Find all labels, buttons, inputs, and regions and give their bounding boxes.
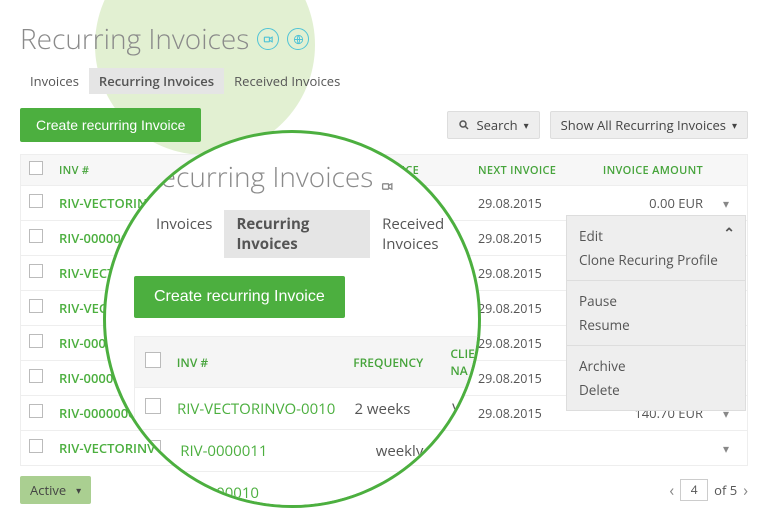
col-amount[interactable]: INVOICE AMOUNT bbox=[583, 163, 713, 178]
lens-tab-invoices[interactable]: Invoices bbox=[144, 210, 224, 258]
pager-prev[interactable]: ‹ bbox=[669, 479, 674, 501]
lens-tab-received[interactable]: Received Invoices bbox=[370, 210, 481, 258]
row-inv[interactable]: RIV-0000011 bbox=[180, 441, 376, 461]
row-checkbox[interactable] bbox=[29, 369, 43, 383]
row-checkbox[interactable] bbox=[29, 404, 43, 418]
row-amount: 0.00 EUR bbox=[583, 194, 713, 212]
table-row[interactable]: RIV-VECTORINVO-00102 weeksVecto bbox=[134, 388, 481, 430]
row-next: 29.08.2015 bbox=[478, 195, 583, 212]
lens-create-button[interactable]: Create recurring Invoice bbox=[134, 276, 345, 318]
lens-title-text: Recurring Invoices bbox=[144, 158, 373, 196]
row-checkbox[interactable] bbox=[29, 439, 43, 453]
lens-col-freq[interactable]: FREQUENCY bbox=[353, 354, 450, 371]
row-client: Vecto bbox=[452, 399, 481, 419]
filter-active-label: Active bbox=[30, 481, 66, 499]
row-freq: weekly bbox=[376, 441, 481, 461]
video-icon[interactable] bbox=[381, 164, 407, 190]
chevron-down-icon: ▾ bbox=[524, 118, 529, 132]
lens-col-client[interactable]: CLIENT NA bbox=[450, 345, 481, 379]
video-icon[interactable] bbox=[257, 28, 279, 50]
pager-next[interactable]: › bbox=[743, 479, 748, 501]
ctx-pause[interactable]: Pause bbox=[579, 289, 733, 313]
row-freq: 2 weeks bbox=[381, 483, 481, 503]
row-checkbox[interactable] bbox=[29, 194, 43, 208]
pager-of: of 5 bbox=[714, 481, 737, 499]
page-title: Recurring Invoices bbox=[20, 20, 748, 58]
zoom-lens: Recurring Invoices Invoices Recurring In… bbox=[103, 130, 481, 508]
globe-icon[interactable] bbox=[287, 28, 309, 50]
show-all-label: Show All Recurring Invoices bbox=[561, 116, 726, 134]
chevron-down-icon[interactable]: ▾ bbox=[723, 195, 729, 212]
row-checkbox[interactable] bbox=[29, 264, 43, 278]
show-all-button[interactable]: Show All Recurring Invoices ▾ bbox=[550, 111, 748, 139]
context-menu: ⌃ Edit Clone Recuring Profile Pause Resu… bbox=[566, 215, 746, 411]
row-checkbox[interactable] bbox=[29, 229, 43, 243]
pager: ‹ 4 of 5 › bbox=[669, 479, 748, 501]
lens-select-all-checkbox[interactable] bbox=[145, 352, 161, 368]
tab-received[interactable]: Received Invoices bbox=[224, 68, 350, 94]
chevron-up-icon[interactable]: ⌃ bbox=[723, 224, 735, 243]
lens-table-header: INV # FREQUENCY CLIENT NA bbox=[134, 336, 481, 388]
select-all-checkbox[interactable] bbox=[29, 161, 43, 175]
chevron-down-icon[interactable]: ▾ bbox=[723, 440, 729, 457]
row-inv[interactable]: RIV-VECTORINVO-0010 bbox=[177, 399, 355, 419]
table-row[interactable]: IV-00000102 weeks bbox=[134, 472, 481, 508]
row-checkbox[interactable] bbox=[145, 398, 161, 414]
ctx-archive[interactable]: Archive bbox=[579, 354, 733, 378]
lens-page-title: Recurring Invoices bbox=[134, 158, 481, 196]
tabs: Invoices Recurring Invoices Received Inv… bbox=[20, 68, 748, 94]
lens-tab-recurring[interactable]: Recurring Invoices bbox=[224, 210, 370, 258]
tab-invoices[interactable]: Invoices bbox=[20, 68, 89, 94]
table-row[interactable]: RIV-0000011weeklyF bbox=[134, 430, 481, 472]
ctx-resume[interactable]: Resume bbox=[579, 313, 733, 337]
row-checkbox[interactable] bbox=[29, 334, 43, 348]
ctx-edit[interactable]: Edit bbox=[579, 224, 733, 248]
row-inv[interactable]: IV-0000010 bbox=[181, 483, 381, 503]
pager-page-input[interactable]: 4 bbox=[680, 479, 708, 501]
filter-active[interactable]: Active ▾ bbox=[20, 476, 91, 504]
row-checkbox[interactable] bbox=[145, 482, 161, 498]
search-label: Search bbox=[476, 116, 517, 134]
chevron-down-icon: ▾ bbox=[76, 483, 81, 497]
col-next[interactable]: NEXT INVOICE bbox=[478, 163, 583, 178]
page-title-text: Recurring Invoices bbox=[20, 20, 249, 58]
search-icon bbox=[458, 119, 470, 131]
row-checkbox[interactable] bbox=[29, 299, 43, 313]
lens-col-inv[interactable]: INV # bbox=[177, 354, 353, 371]
ctx-clone[interactable]: Clone Recuring Profile bbox=[579, 248, 733, 272]
ctx-delete[interactable]: Delete bbox=[579, 378, 733, 402]
tab-recurring[interactable]: Recurring Invoices bbox=[89, 68, 224, 94]
lens-tabs: Invoices Recurring Invoices Received Inv… bbox=[134, 210, 481, 258]
chevron-down-icon: ▾ bbox=[732, 118, 737, 132]
row-checkbox[interactable] bbox=[145, 440, 161, 456]
row-freq: 2 weeks bbox=[354, 399, 452, 419]
